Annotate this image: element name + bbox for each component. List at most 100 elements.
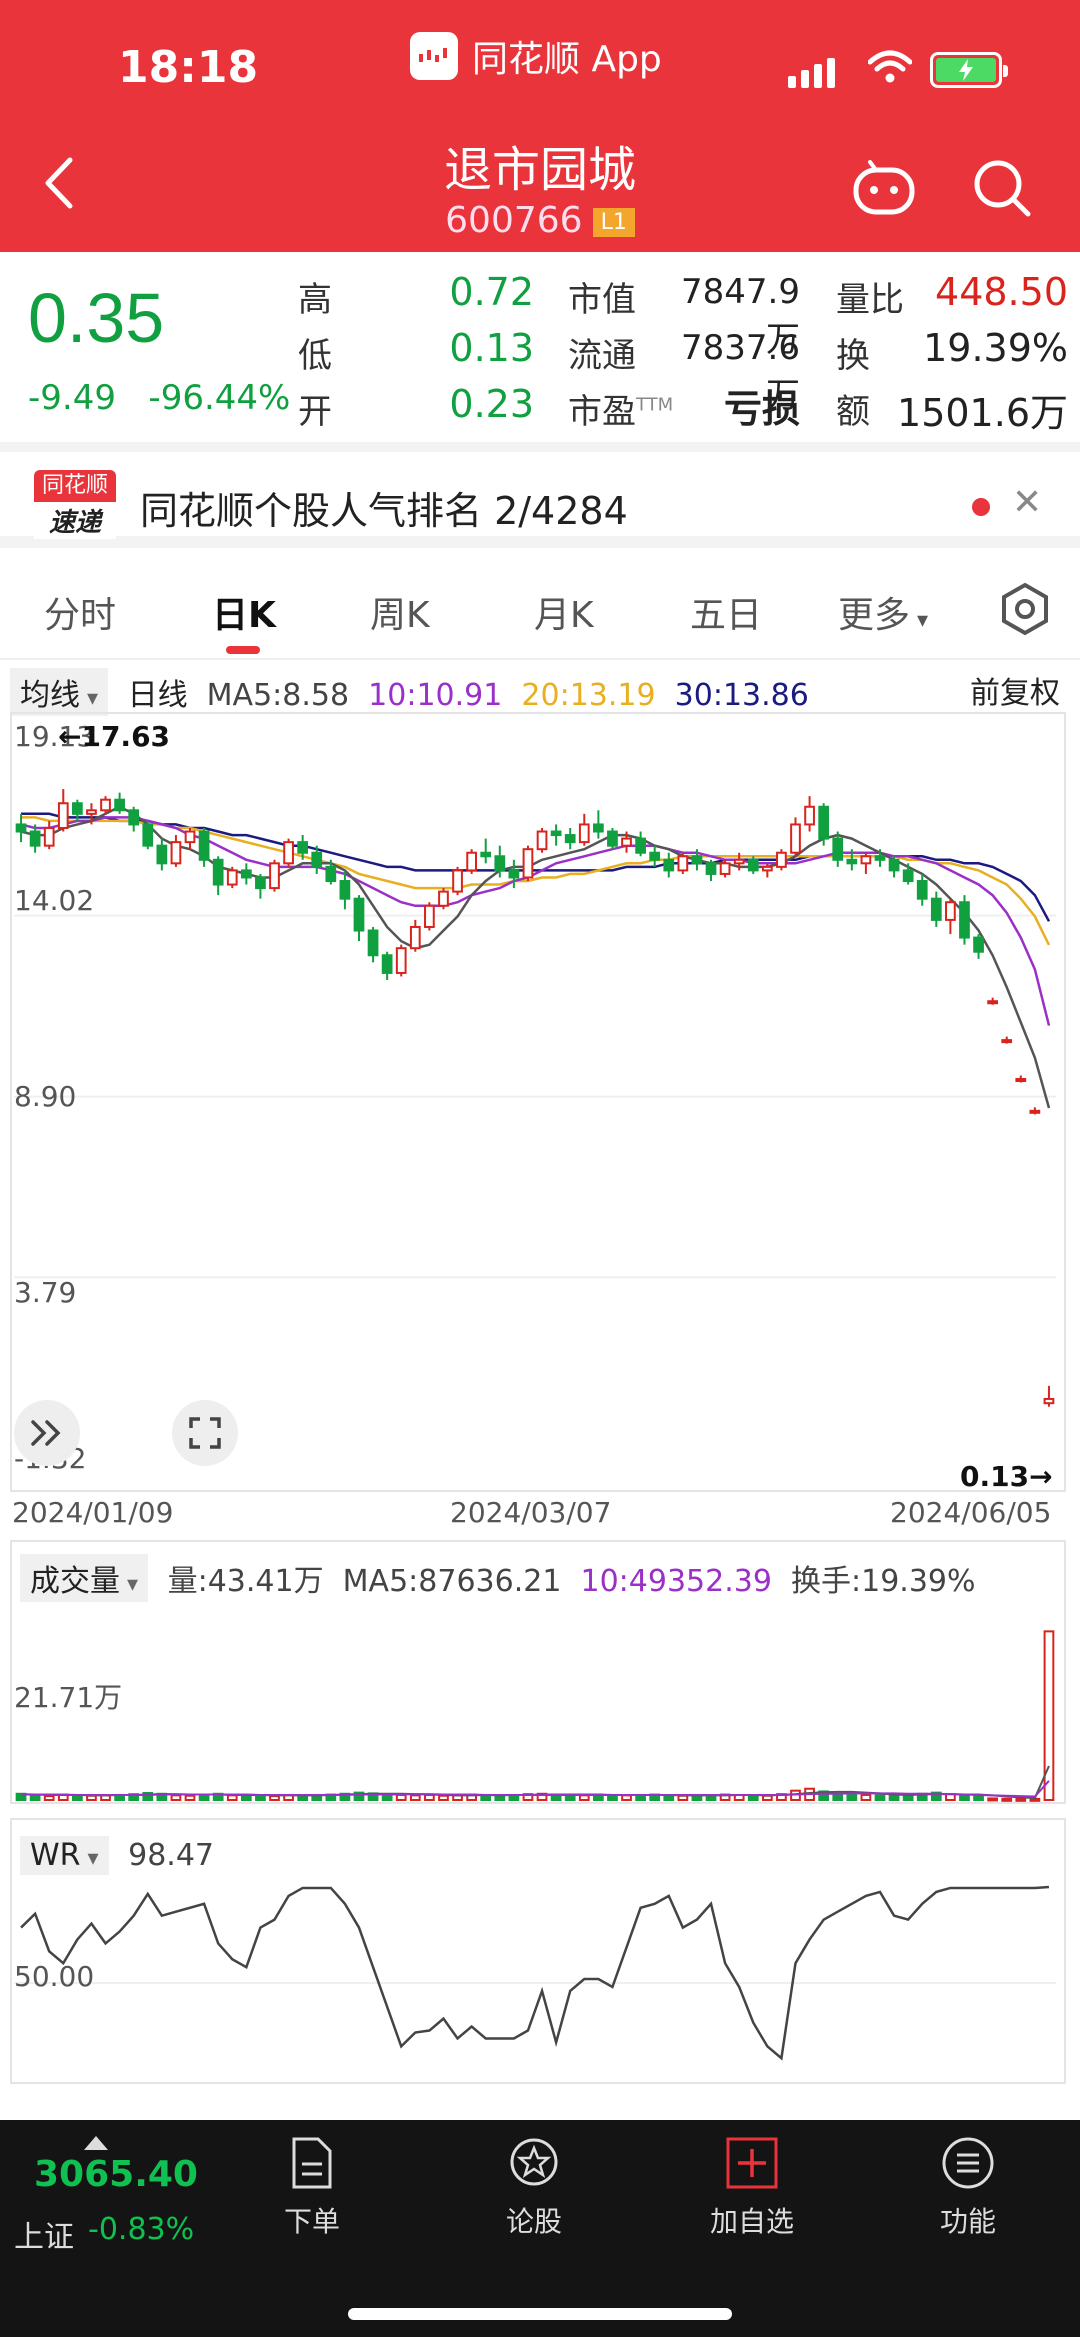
- candle-body: [311, 851, 323, 868]
- nav-functions-label: 功能: [939, 2205, 996, 2238]
- candle-body: [818, 805, 830, 840]
- candle-body: [635, 837, 646, 854]
- candle-body: [916, 880, 928, 900]
- max-price-marker: ←17.63: [58, 720, 171, 753]
- candle-body: [255, 876, 266, 890]
- candle-body: [494, 855, 506, 872]
- candle-body: [621, 837, 632, 847]
- candle-body: [733, 858, 745, 865]
- home-indicator[interactable]: [348, 2308, 732, 2320]
- x-date-end: 2024/06/05: [890, 1496, 1052, 1529]
- candle-body: [888, 858, 900, 872]
- index-value: 3065.40: [34, 2154, 198, 2195]
- candle-body: [987, 1000, 999, 1005]
- candle-body: [367, 929, 379, 957]
- nav-discussion-label: 论股: [505, 2205, 562, 2238]
- candle-body: [438, 890, 449, 907]
- candle-body: [71, 802, 83, 815]
- kline-ytick: 14.02: [14, 884, 95, 917]
- candle-body: [452, 869, 463, 893]
- candle-body: [269, 862, 280, 890]
- nav-add-watchlist[interactable]: 加自选: [692, 2136, 812, 2240]
- menu-circle-icon: [942, 2137, 994, 2189]
- candle-body: [874, 855, 886, 861]
- wr-ytick: 50.00: [14, 1960, 95, 1993]
- candle-body: [973, 936, 984, 953]
- candle-body: [339, 880, 351, 900]
- candle-body: [226, 869, 238, 886]
- candle-body: [747, 858, 759, 872]
- nav-order-label: 下单: [283, 2205, 340, 2238]
- candle-body: [508, 869, 520, 879]
- kline-ytick: 3.79: [14, 1276, 77, 1309]
- candle-body: [1001, 1039, 1013, 1044]
- candle-body: [156, 844, 168, 865]
- volume-legend: 成交量 量:43.41万 MA5:87636.21 10:49352.39 换手…: [20, 1554, 976, 1602]
- candle-body: [325, 865, 337, 883]
- candle-body: [959, 901, 970, 939]
- candle-body: [142, 823, 154, 847]
- candle-body: [283, 841, 294, 865]
- candle-body: [240, 869, 252, 879]
- candle-body: [1015, 1077, 1027, 1082]
- wr-legend: WR 98.47: [20, 1836, 214, 1875]
- add-square-icon: [726, 2137, 778, 2189]
- candle-body: [114, 798, 125, 812]
- expand-panel-button[interactable]: [14, 1400, 80, 1466]
- candle-body: [663, 858, 675, 872]
- candle-body: [170, 841, 182, 865]
- kline-ytick: 8.90: [14, 1080, 77, 1113]
- wr-value: 98.47: [128, 1838, 214, 1873]
- candle-body: [945, 901, 956, 921]
- candle-body: [607, 830, 618, 847]
- nav-functions[interactable]: 功能: [908, 2136, 1028, 2240]
- candle-body: [212, 858, 224, 886]
- candle-body: [790, 823, 801, 854]
- double-chevron-right-icon: [31, 1420, 61, 1446]
- candle-body: [550, 830, 562, 837]
- candle-body: [184, 830, 196, 844]
- candle-body: [522, 848, 534, 879]
- candle-body: [86, 809, 97, 815]
- candle-body: [15, 823, 27, 833]
- candle-body: [480, 851, 492, 858]
- document-icon: [292, 2137, 332, 2189]
- nav-discussion[interactable]: 论股: [474, 2136, 594, 2240]
- candle-body: [1029, 1109, 1041, 1114]
- candle-body: [297, 841, 309, 854]
- fullscreen-button[interactable]: [172, 1400, 238, 1466]
- candle-body: [466, 851, 478, 872]
- candle-body: [100, 798, 111, 812]
- index-name: 上证: [14, 2220, 74, 2255]
- volume-turnover: 换手:19.39%: [791, 1564, 976, 1599]
- nav-order[interactable]: 下单: [252, 2136, 372, 2240]
- star-chat-icon: [510, 2138, 558, 2186]
- candle-body: [395, 947, 407, 974]
- wr-dropdown[interactable]: WR: [20, 1836, 109, 1875]
- candle-body: [1043, 1397, 1055, 1405]
- candle-body: [592, 823, 604, 833]
- candle-body: [804, 805, 815, 826]
- candle-body: [832, 837, 844, 861]
- fullscreen-icon: [189, 1417, 221, 1449]
- nav-add-watchlist-label: 加自选: [709, 2205, 794, 2238]
- volume-dropdown[interactable]: 成交量: [20, 1554, 149, 1602]
- candle-body: [902, 869, 914, 883]
- candle-body: [353, 897, 365, 932]
- candle-body: [705, 862, 717, 875]
- x-date-mid: 2024/03/07: [450, 1496, 612, 1529]
- candle-body: [128, 809, 140, 826]
- candle-body: [719, 862, 731, 875]
- candle-body: [846, 858, 858, 865]
- candle-body: [930, 897, 942, 921]
- candle-body: [409, 925, 421, 950]
- candle-body: [424, 904, 435, 928]
- caret-up-icon: [84, 2136, 108, 2150]
- candle-body: [57, 802, 69, 829]
- volume-ytick: 21.71万: [14, 1681, 123, 1714]
- candle-body: [691, 855, 703, 865]
- index-change: -0.83%: [88, 2212, 195, 2247]
- x-date-start: 2024/01/09: [12, 1496, 174, 1529]
- bottom-toolbar: 3065.40 上证 -0.83% 下单 论股 加自选 功能: [0, 2120, 1080, 2337]
- candle-body: [860, 855, 872, 865]
